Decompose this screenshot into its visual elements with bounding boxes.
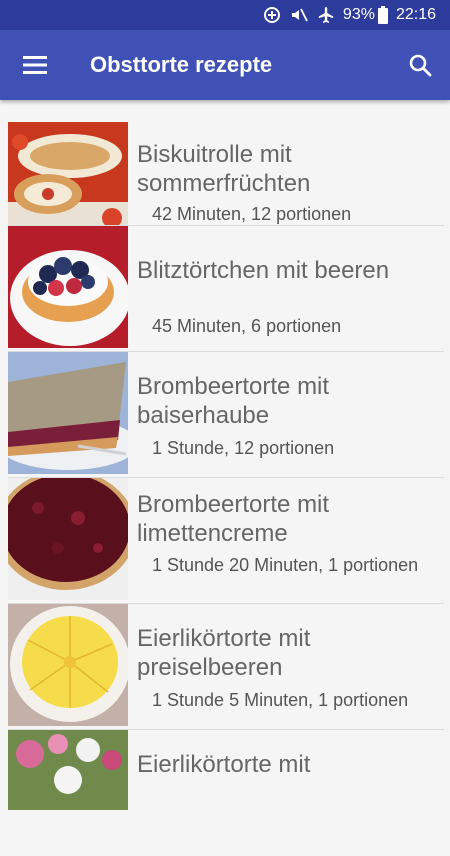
airplane-mode-icon xyxy=(317,6,335,24)
battery-icon xyxy=(377,6,388,24)
list-item[interactable]: Blitztörtchen mit beeren 45 Minuten, 6 p… xyxy=(0,226,450,352)
menu-button[interactable] xyxy=(0,30,70,100)
recipe-title: Biskuitrolle mit sommerfrüchten xyxy=(137,141,311,197)
page-title: Obsttorte rezepte xyxy=(90,52,273,77)
list-item[interactable]: Brombeertorte mit limettencreme 1 Stunde… xyxy=(0,478,450,604)
search-icon xyxy=(409,54,432,77)
search-button[interactable] xyxy=(390,30,450,100)
recipe-meta: 1 Stunde, 12 portionen xyxy=(152,438,335,458)
mute-icon xyxy=(290,6,308,24)
recipe-meta: 45 Minuten, 6 portionen xyxy=(152,316,342,336)
status-bar: 93% 22:16 xyxy=(0,0,450,30)
clock: 22:16 xyxy=(395,6,436,23)
app-bar: Obsttorte rezepte xyxy=(0,30,450,100)
recipe-thumbnail xyxy=(8,226,128,348)
recipe-title: Brombeertorte mit limettencreme xyxy=(137,491,330,547)
battery-percent: 93% xyxy=(342,6,375,23)
recipe-thumbnail xyxy=(8,122,128,242)
hamburger-menu-icon xyxy=(23,56,47,74)
recipe-meta: 42 Minuten, 12 portionen xyxy=(152,204,352,224)
recipe-thumbnail xyxy=(8,730,128,810)
list-item[interactable]: Brombeertorte mit baiserhaube 1 Stunde, … xyxy=(0,352,450,478)
list-item[interactable]: Eierlikörtorte mit xyxy=(0,730,450,856)
recipe-thumbnail xyxy=(8,604,128,726)
data-saver-icon xyxy=(263,6,281,24)
recipe-title: Brombeertorte mit baiserhaube xyxy=(137,373,330,429)
list-item[interactable]: Biskuitrolle mit sommerfrüchten 42 Minut… xyxy=(0,100,450,242)
recipe-meta: 1 Stunde 20 Minuten, 1 portionen xyxy=(152,555,419,575)
recipe-title: Eierlikörtorte mit xyxy=(137,751,311,778)
recipe-thumbnail xyxy=(8,352,128,474)
recipe-title: Eierlikörtorte mit preiselbeeren xyxy=(137,625,311,681)
recipe-meta: 1 Stunde 5 Minuten, 1 portionen xyxy=(152,690,409,710)
list-item[interactable]: Eierlikörtorte mit preiselbeeren 1 Stund… xyxy=(0,604,450,730)
recipe-title: Blitztörtchen mit beeren xyxy=(137,257,390,284)
recipe-thumbnail xyxy=(8,478,128,600)
